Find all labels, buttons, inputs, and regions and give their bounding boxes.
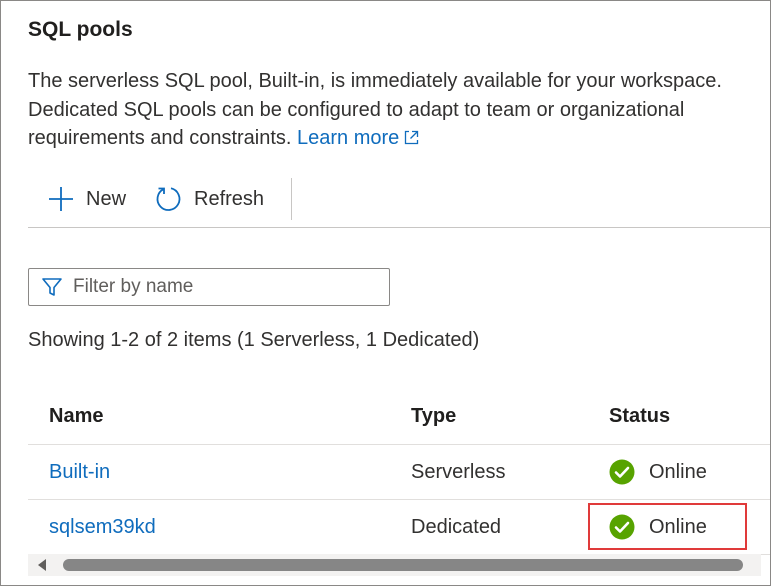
plus-icon bbox=[48, 186, 74, 212]
new-button[interactable]: New bbox=[28, 179, 134, 219]
pool-name-cell: sqlsem39kd bbox=[49, 500, 156, 554]
pool-name-link[interactable]: Built-in bbox=[49, 461, 110, 484]
page-title: SQL pools bbox=[28, 18, 133, 41]
table-row[interactable]: Built-in Serverless Online bbox=[28, 445, 770, 500]
column-header-status[interactable]: Status bbox=[609, 389, 670, 444]
scroll-left-arrow-icon[interactable] bbox=[38, 559, 46, 571]
description: The serverless SQL pool, Built-in, is im… bbox=[28, 67, 768, 155]
external-link-icon bbox=[403, 126, 420, 155]
refresh-icon bbox=[154, 185, 182, 213]
learn-more-label: Learn more bbox=[297, 127, 400, 149]
sql-pools-table: Name Type Status Built-in Serverless Onl… bbox=[28, 389, 770, 555]
pool-status-cell: Online bbox=[609, 445, 707, 499]
pool-status-text: Online bbox=[649, 515, 707, 538]
table-row[interactable]: sqlsem39kd Dedicated Online bbox=[28, 500, 770, 555]
column-header-name[interactable]: Name bbox=[49, 389, 103, 444]
column-header-type[interactable]: Type bbox=[411, 389, 456, 444]
command-bar: New Refresh bbox=[28, 173, 293, 225]
pool-name-link[interactable]: sqlsem39kd bbox=[49, 516, 156, 539]
sql-pools-panel: SQL pools The serverless SQL pool, Built… bbox=[0, 0, 771, 586]
pool-type-cell: Serverless bbox=[411, 460, 506, 483]
filter-input[interactable] bbox=[73, 276, 363, 298]
filter-box[interactable] bbox=[28, 268, 390, 306]
refresh-button[interactable]: Refresh bbox=[134, 179, 272, 219]
pool-name-cell: Built-in bbox=[49, 445, 110, 499]
pool-type-cell: Dedicated bbox=[411, 515, 502, 538]
check-circle-icon bbox=[609, 514, 635, 540]
pool-status-cell: Online bbox=[609, 500, 707, 554]
toolbar-bottom-divider bbox=[28, 227, 770, 228]
refresh-button-label: Refresh bbox=[194, 187, 265, 210]
toolbar-divider bbox=[291, 178, 293, 220]
pool-status-text: Online bbox=[649, 460, 707, 483]
check-circle-icon bbox=[609, 459, 635, 485]
items-summary: Showing 1-2 of 2 items (1 Serverless, 1 … bbox=[28, 329, 480, 351]
filter-icon bbox=[41, 276, 63, 298]
scrollbar-thumb[interactable] bbox=[63, 559, 743, 571]
horizontal-scrollbar[interactable] bbox=[28, 554, 761, 576]
learn-more-link[interactable]: Learn more bbox=[297, 127, 420, 149]
table-header-row: Name Type Status bbox=[28, 389, 770, 445]
new-button-label: New bbox=[86, 187, 127, 210]
